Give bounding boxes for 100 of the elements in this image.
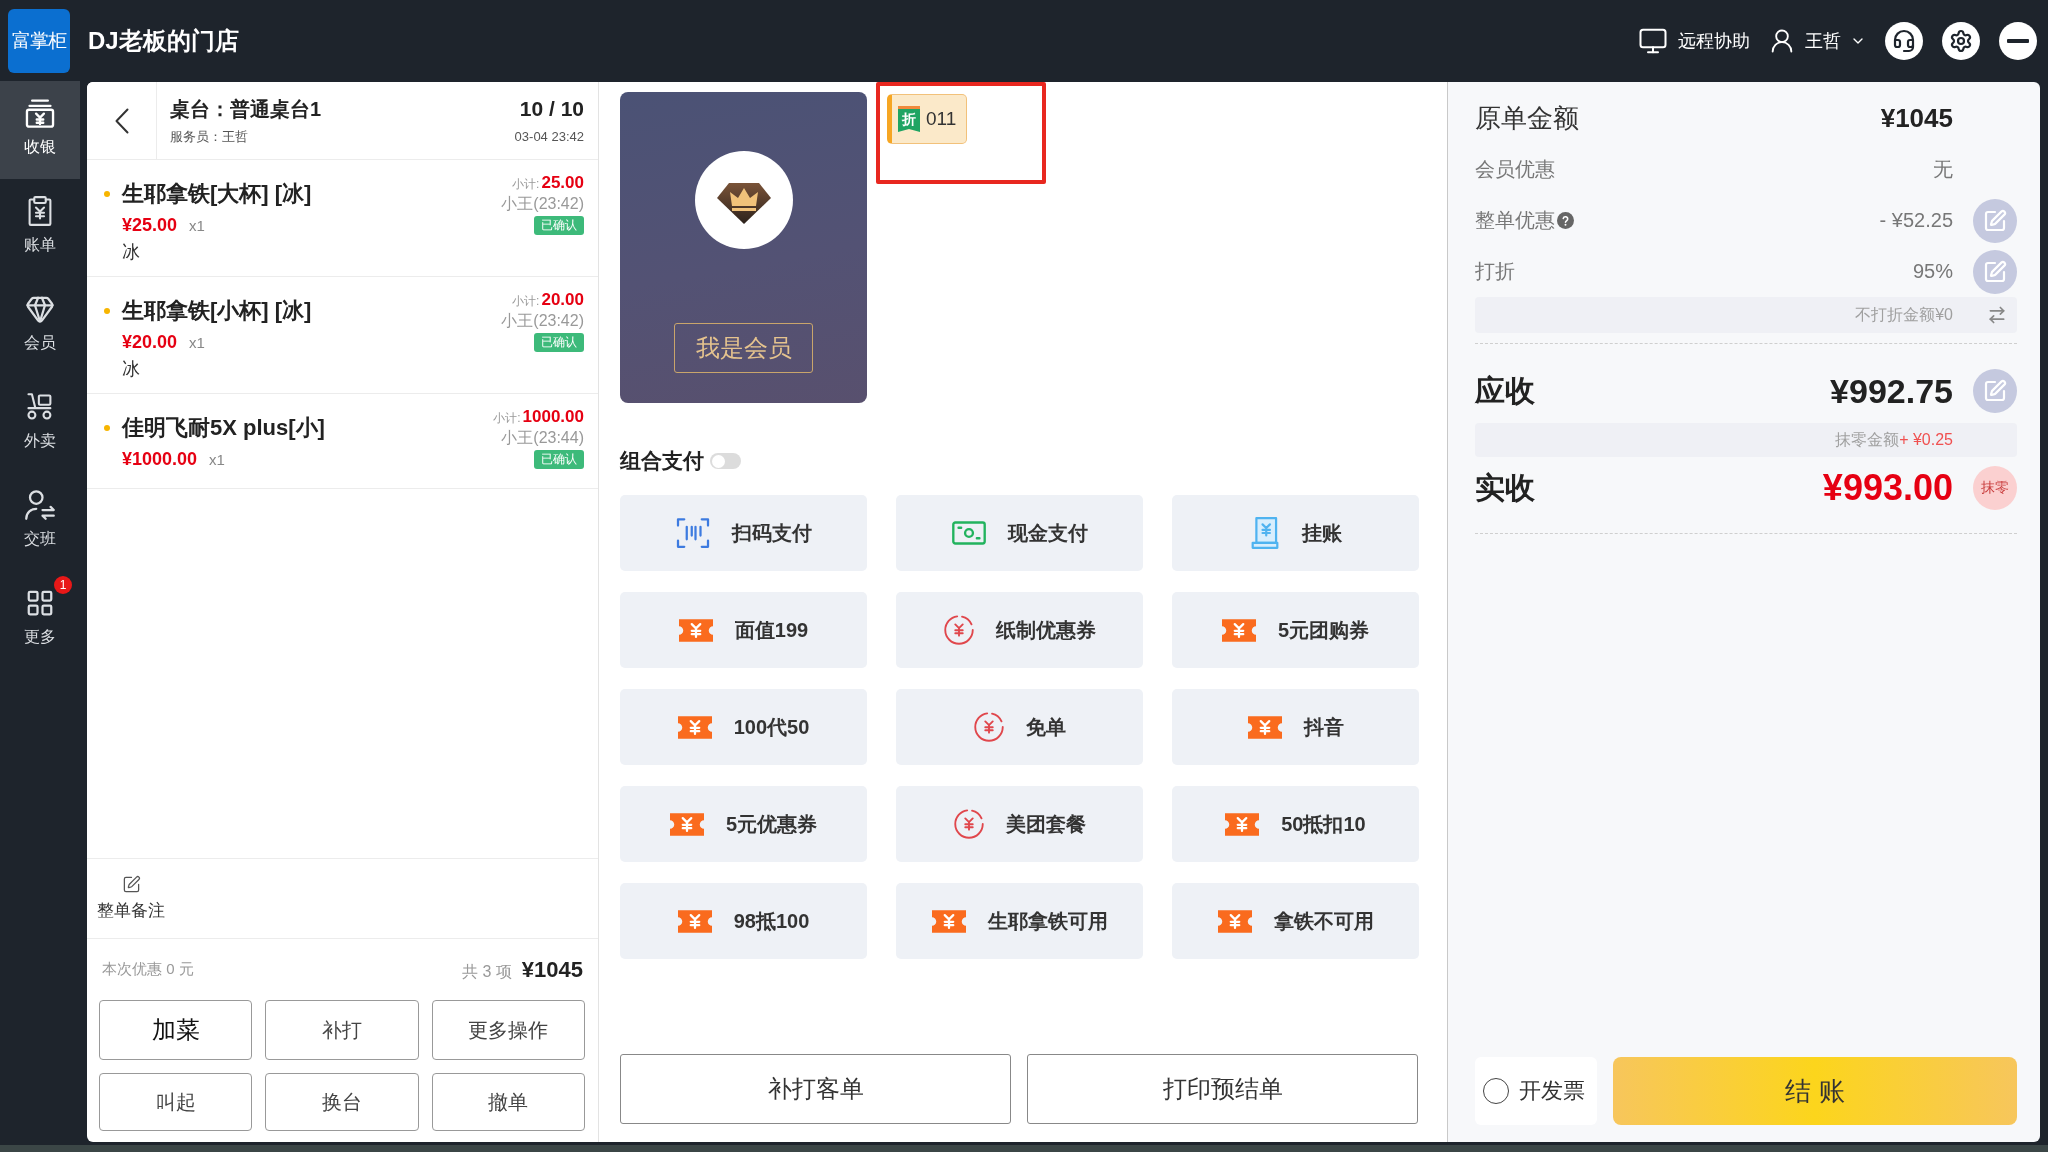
- payment-method-button[interactable]: 挂账: [1172, 495, 1419, 571]
- invoice-option[interactable]: 开发票: [1475, 1057, 1597, 1125]
- payment-method-button[interactable]: 5元优惠券: [620, 786, 867, 862]
- payment-method-button[interactable]: 抖音: [1172, 689, 1419, 765]
- edit-icon: [1983, 379, 2007, 403]
- ticket-icon: [669, 812, 704, 836]
- edit-icon: [121, 875, 141, 894]
- gem-icon: [25, 294, 55, 324]
- payment-method-button[interactable]: 拿铁不可用: [1172, 883, 1419, 959]
- toggle-switch[interactable]: [710, 453, 741, 469]
- action-button[interactable]: 加菜: [99, 1000, 253, 1060]
- rounding-value: + ¥0.25: [1899, 430, 1953, 449]
- payment-method-button[interactable]: 50抵扣10: [1172, 786, 1419, 862]
- staff-time: 小王(23:42): [501, 311, 584, 331]
- remote-assist-button[interactable]: 远程协助: [1638, 25, 1750, 56]
- edit-icon: [1983, 208, 2007, 233]
- round-off-button[interactable]: 抹零: [1973, 466, 2017, 510]
- ledger-icon: [1249, 517, 1280, 549]
- checkout-button[interactable]: 结 账: [1613, 1057, 2017, 1125]
- payment-method-button[interactable]: 纸制优惠券: [896, 592, 1143, 668]
- payment-method-button[interactable]: 面值199: [620, 592, 867, 668]
- combo-payment-label: 组合支付: [620, 448, 704, 474]
- receivable-label: 应收: [1475, 372, 1535, 409]
- subtotal-label: 小计:: [512, 176, 540, 193]
- item-price: ¥1000.00: [122, 448, 198, 471]
- summary-label: 原单金额: [1475, 102, 1579, 135]
- sidebar-item[interactable]: 交班: [0, 473, 80, 571]
- minimize-button[interactable]: [1999, 21, 2037, 60]
- action-button[interactable]: 更多操作: [431, 1000, 585, 1060]
- bullet-dot-icon: [104, 425, 110, 431]
- sidebar-item[interactable]: 会员: [0, 277, 80, 375]
- subtotal-value: 20.00: [541, 290, 584, 310]
- edit-button[interactable]: [1973, 249, 2017, 294]
- minimize-icon: [2007, 38, 2029, 43]
- payment-method-button[interactable]: 5元团购券: [1172, 592, 1419, 668]
- received-value: ¥993.00: [1822, 467, 1953, 509]
- action-button[interactable]: 补打: [265, 1000, 419, 1060]
- print-button[interactable]: 补打客单: [620, 1054, 1011, 1124]
- support-button[interactable]: [1885, 21, 1923, 60]
- item-name: 佳明飞耐5X plus[小]: [122, 414, 325, 442]
- help-icon[interactable]: [1557, 212, 1574, 229]
- item-count: 共 3 项: [462, 961, 512, 982]
- payment-method-button[interactable]: 美团套餐: [896, 786, 1143, 862]
- coupon-tag[interactable]: 折 011: [887, 94, 968, 144]
- ticket-icon: [677, 909, 712, 933]
- remark-button[interactable]: 整单备注: [97, 875, 165, 922]
- staff-time: 小王(23:44): [501, 428, 584, 448]
- payment-method-button[interactable]: 扫码支付: [620, 495, 867, 571]
- ticket-icon: [1225, 812, 1260, 836]
- item-quantity: x1: [209, 450, 225, 470]
- item-note: 冰: [122, 241, 140, 263]
- app-logo: 富掌柜: [8, 8, 70, 73]
- payment-method-button[interactable]: 生耶拿铁可用: [896, 883, 1143, 959]
- edit-button[interactable]: [1973, 369, 2017, 413]
- headset-icon: [1892, 28, 1916, 53]
- receivable-value: ¥992.75: [1830, 371, 1953, 411]
- cash-drawer-icon: [25, 98, 55, 128]
- ticket-icon: [677, 715, 712, 739]
- sidebar-item[interactable]: 1 更多: [0, 571, 80, 669]
- subtotal-value: 1000.00: [522, 407, 584, 427]
- item-price: ¥25.00: [122, 214, 178, 237]
- scan-icon: [675, 518, 710, 548]
- print-button[interactable]: 打印预结单: [1027, 1054, 1418, 1124]
- ticket-icon: [1247, 715, 1282, 739]
- edit-icon: [1983, 259, 2007, 284]
- ticket-icon: [1221, 618, 1256, 642]
- member-button[interactable]: 我是会员: [674, 323, 813, 373]
- summary-label: 整单优惠: [1475, 208, 1555, 233]
- received-label: 实收: [1475, 469, 1535, 506]
- settings-button[interactable]: [1942, 21, 1980, 60]
- payment-method-button[interactable]: 98抵100: [620, 883, 867, 959]
- item-price: ¥20.00: [122, 331, 178, 354]
- summary-value: 95%: [1912, 260, 1953, 283]
- subtotal-value: 25.00: [541, 173, 584, 193]
- user-swap-icon: [25, 490, 55, 520]
- grid-icon: [25, 588, 55, 618]
- guest-count: 10 / 10: [519, 96, 584, 122]
- bullet-dot-icon: [104, 191, 110, 197]
- ticket-icon: [678, 618, 713, 642]
- sidebar-item[interactable]: 外卖: [0, 375, 80, 473]
- sidebar-item[interactable]: 收银: [0, 81, 80, 179]
- payment-method-button[interactable]: 免单: [896, 689, 1143, 765]
- bullet-dot-icon: [104, 308, 110, 314]
- swap-icon[interactable]: [1987, 305, 2007, 325]
- summary-value: ¥1045: [1880, 103, 1953, 134]
- yen-coin-icon: [973, 712, 1004, 742]
- non-discount-amount: 不打折金额¥0: [1855, 304, 1953, 325]
- ticket-icon: [931, 909, 966, 933]
- summary-value: - ¥52.25: [1879, 209, 1953, 232]
- action-button[interactable]: 换台: [265, 1073, 419, 1131]
- order-total: ¥1045: [521, 956, 583, 983]
- yen-coin-icon: [953, 809, 984, 839]
- user-menu-button[interactable]: 王哲: [1768, 26, 1866, 55]
- action-button[interactable]: 叫起: [99, 1073, 253, 1131]
- action-button[interactable]: 撤单: [431, 1073, 585, 1131]
- sidebar-item[interactable]: 账单: [0, 179, 80, 277]
- edit-button[interactable]: [1973, 198, 2017, 243]
- waiter-name: 服务员：王哲: [170, 128, 248, 146]
- payment-method-button[interactable]: 100代50: [620, 689, 867, 765]
- payment-method-button[interactable]: 现金支付: [896, 495, 1143, 571]
